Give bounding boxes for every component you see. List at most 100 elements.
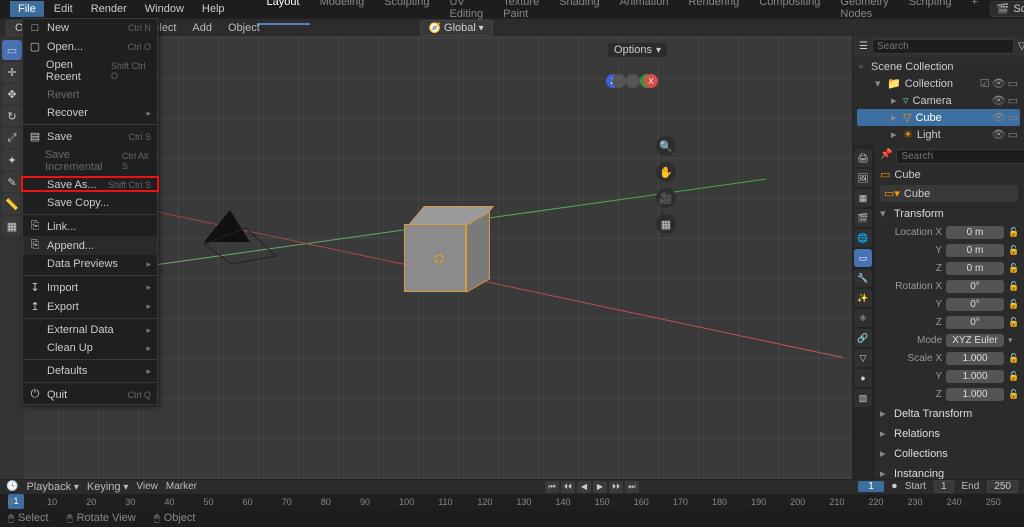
- tool-addcube[interactable]: ▦: [2, 216, 22, 236]
- file-menu-import[interactable]: ↧Import▸: [23, 278, 157, 297]
- current-frame[interactable]: 1: [858, 481, 884, 492]
- jump-end[interactable]: ⏭: [625, 481, 639, 493]
- prop-tab-physics[interactable]: ⚛: [854, 309, 872, 327]
- timeline-ruler[interactable]: 1 01020304050607080901001101201301401501…: [0, 494, 1024, 509]
- prop-tab-world[interactable]: 🌐: [854, 229, 872, 247]
- panel-relations[interactable]: ▸Relations: [880, 425, 1018, 442]
- panel-collections[interactable]: ▸Collections: [880, 445, 1018, 462]
- prop-tab-output[interactable]: 🖼: [854, 169, 872, 187]
- file-menu-export[interactable]: ↥Export▸: [23, 297, 157, 316]
- gizmo-x[interactable]: X: [644, 74, 658, 88]
- scene-picker[interactable]: 🎬Scene: [990, 1, 1024, 17]
- prop-tab-object[interactable]: ▭: [854, 249, 872, 267]
- prop-tab-particles[interactable]: ✨: [854, 289, 872, 307]
- filter-icon[interactable]: ▽: [1018, 41, 1024, 52]
- start-frame[interactable]: 1: [934, 480, 954, 493]
- menu-help[interactable]: Help: [194, 1, 233, 17]
- prop-tab-render[interactable]: 🖨: [854, 149, 872, 167]
- tool-scale[interactable]: ⤢: [2, 128, 22, 148]
- datablock-name[interactable]: Cube: [904, 188, 930, 200]
- tab-add[interactable]: +: [961, 0, 987, 25]
- camera-object[interactable]: [202, 206, 282, 269]
- jump-start[interactable]: ⏮: [545, 481, 559, 493]
- menu-window[interactable]: Window: [137, 1, 192, 17]
- collection-row[interactable]: ▾📁Collection☑👁▭: [857, 75, 1020, 92]
- prop-tab-constraints[interactable]: 🔗: [854, 329, 872, 347]
- tab-scripting[interactable]: Scripting: [899, 0, 962, 25]
- file-menu-quit[interactable]: ⏻QuitCtrl Q: [23, 385, 157, 404]
- prop-tab-material[interactable]: ●: [854, 369, 872, 387]
- next-key[interactable]: ⏵⏵: [609, 481, 623, 493]
- file-menu-append-[interactable]: ⎘Append...: [23, 236, 157, 255]
- file-menu-defaults[interactable]: Defaults▸: [23, 362, 157, 380]
- file-menu-save-copy-[interactable]: Save Copy...: [23, 194, 157, 212]
- camera-view-icon[interactable]: 🎥: [656, 188, 676, 208]
- prop-tab-texture[interactable]: ▨: [854, 389, 872, 407]
- zoom-icon[interactable]: 🔍: [656, 136, 676, 156]
- end-frame[interactable]: 250: [987, 480, 1018, 493]
- panel-delta[interactable]: ▸Delta Transform: [880, 405, 1018, 422]
- scale-z[interactable]: 1.000: [946, 388, 1004, 401]
- orientation-dropdown[interactable]: 🧭 Global ▾: [420, 20, 493, 36]
- outliner-light[interactable]: ▸☀Light👁▭: [857, 126, 1020, 143]
- file-menu-revert[interactable]: Revert: [23, 86, 157, 104]
- pan-icon[interactable]: ✋: [656, 162, 676, 182]
- rotation-mode[interactable]: XYZ Euler: [946, 334, 1004, 347]
- tool-transform[interactable]: ✦: [2, 150, 22, 170]
- menu-edit[interactable]: Edit: [46, 1, 81, 17]
- loc-x[interactable]: 0 m: [946, 226, 1004, 239]
- file-menu-data-previews[interactable]: Data Previews▸: [23, 255, 157, 273]
- file-menu-open-recent[interactable]: Open RecentShift Ctrl O: [23, 56, 157, 86]
- outliner-cube[interactable]: ▸▽Cube👁▭: [857, 109, 1020, 126]
- tab-compositing[interactable]: Compositing: [749, 0, 830, 25]
- nav-gizmo[interactable]: Y Z X: [606, 74, 662, 130]
- properties-search[interactable]: [896, 149, 1024, 164]
- tab-modeling[interactable]: Modeling: [310, 0, 375, 25]
- tool-select[interactable]: ▭: [2, 40, 22, 60]
- panel-transform[interactable]: ▾Transform: [880, 205, 1018, 222]
- outliner-search[interactable]: [872, 39, 1014, 54]
- tab-rendering[interactable]: Rendering: [678, 0, 749, 25]
- tab-shading[interactable]: Shading: [549, 0, 609, 25]
- loc-z[interactable]: 0 m: [946, 262, 1004, 275]
- file-menu-external-data[interactable]: External Data▸: [23, 321, 157, 339]
- prop-tab-data[interactable]: ▽: [854, 349, 872, 367]
- pin-icon[interactable]: 📌: [880, 149, 892, 164]
- play-rev[interactable]: ◀: [577, 481, 591, 493]
- viewport-options[interactable]: Options ▾: [607, 42, 668, 58]
- file-menu-save-incremental[interactable]: Save IncrementalCtrl Alt S: [23, 146, 157, 176]
- outliner-camera[interactable]: ▸▿Camera👁▭: [857, 92, 1020, 109]
- tab-layout[interactable]: Layout: [257, 0, 310, 25]
- file-menu-link-[interactable]: ⎘Link...: [23, 217, 157, 236]
- file-menu-save-as-[interactable]: Save As...Shift Ctrl S: [23, 176, 157, 194]
- tool-annotate[interactable]: ✎: [2, 172, 22, 192]
- prop-tab-modifiers[interactable]: 🔧: [854, 269, 872, 287]
- play[interactable]: ▶: [593, 481, 607, 493]
- tool-measure[interactable]: 📏: [2, 194, 22, 214]
- scale-x[interactable]: 1.000: [946, 352, 1004, 365]
- cube-object[interactable]: [404, 206, 492, 294]
- autokey-icon[interactable]: ⏺: [892, 481, 897, 492]
- perspective-icon[interactable]: ▦: [656, 214, 676, 234]
- tool-move[interactable]: ✥: [2, 84, 22, 104]
- file-menu-save[interactable]: ▤SaveCtrl S: [23, 127, 157, 146]
- tab-geonodes[interactable]: Geometry Nodes: [830, 0, 898, 25]
- file-menu-open-[interactable]: ▢Open...Ctrl O: [23, 37, 157, 56]
- loc-y[interactable]: 0 m: [946, 244, 1004, 257]
- tool-rotate[interactable]: ↻: [2, 106, 22, 126]
- tl-keying[interactable]: Keying ▾: [87, 481, 128, 493]
- menu-render[interactable]: Render: [83, 1, 135, 17]
- object-name[interactable]: Cube: [894, 169, 920, 181]
- tab-animation[interactable]: Animation: [610, 0, 679, 25]
- vp-menu-object[interactable]: Object: [224, 22, 264, 34]
- file-menu-recover[interactable]: Recover▸: [23, 104, 157, 122]
- prev-key[interactable]: ⏴⏴: [561, 481, 575, 493]
- rot-z[interactable]: 0°: [946, 316, 1004, 329]
- prop-tab-scene[interactable]: 🎬: [854, 209, 872, 227]
- tool-cursor[interactable]: ✛: [2, 62, 22, 82]
- menu-file[interactable]: File: [10, 1, 44, 17]
- tl-playback[interactable]: Playback ▾: [26, 481, 78, 493]
- prop-tab-viewlayer[interactable]: ▦: [854, 189, 872, 207]
- tab-texture[interactable]: Texture Paint: [493, 0, 549, 25]
- file-menu-new[interactable]: □NewCtrl N: [23, 19, 157, 37]
